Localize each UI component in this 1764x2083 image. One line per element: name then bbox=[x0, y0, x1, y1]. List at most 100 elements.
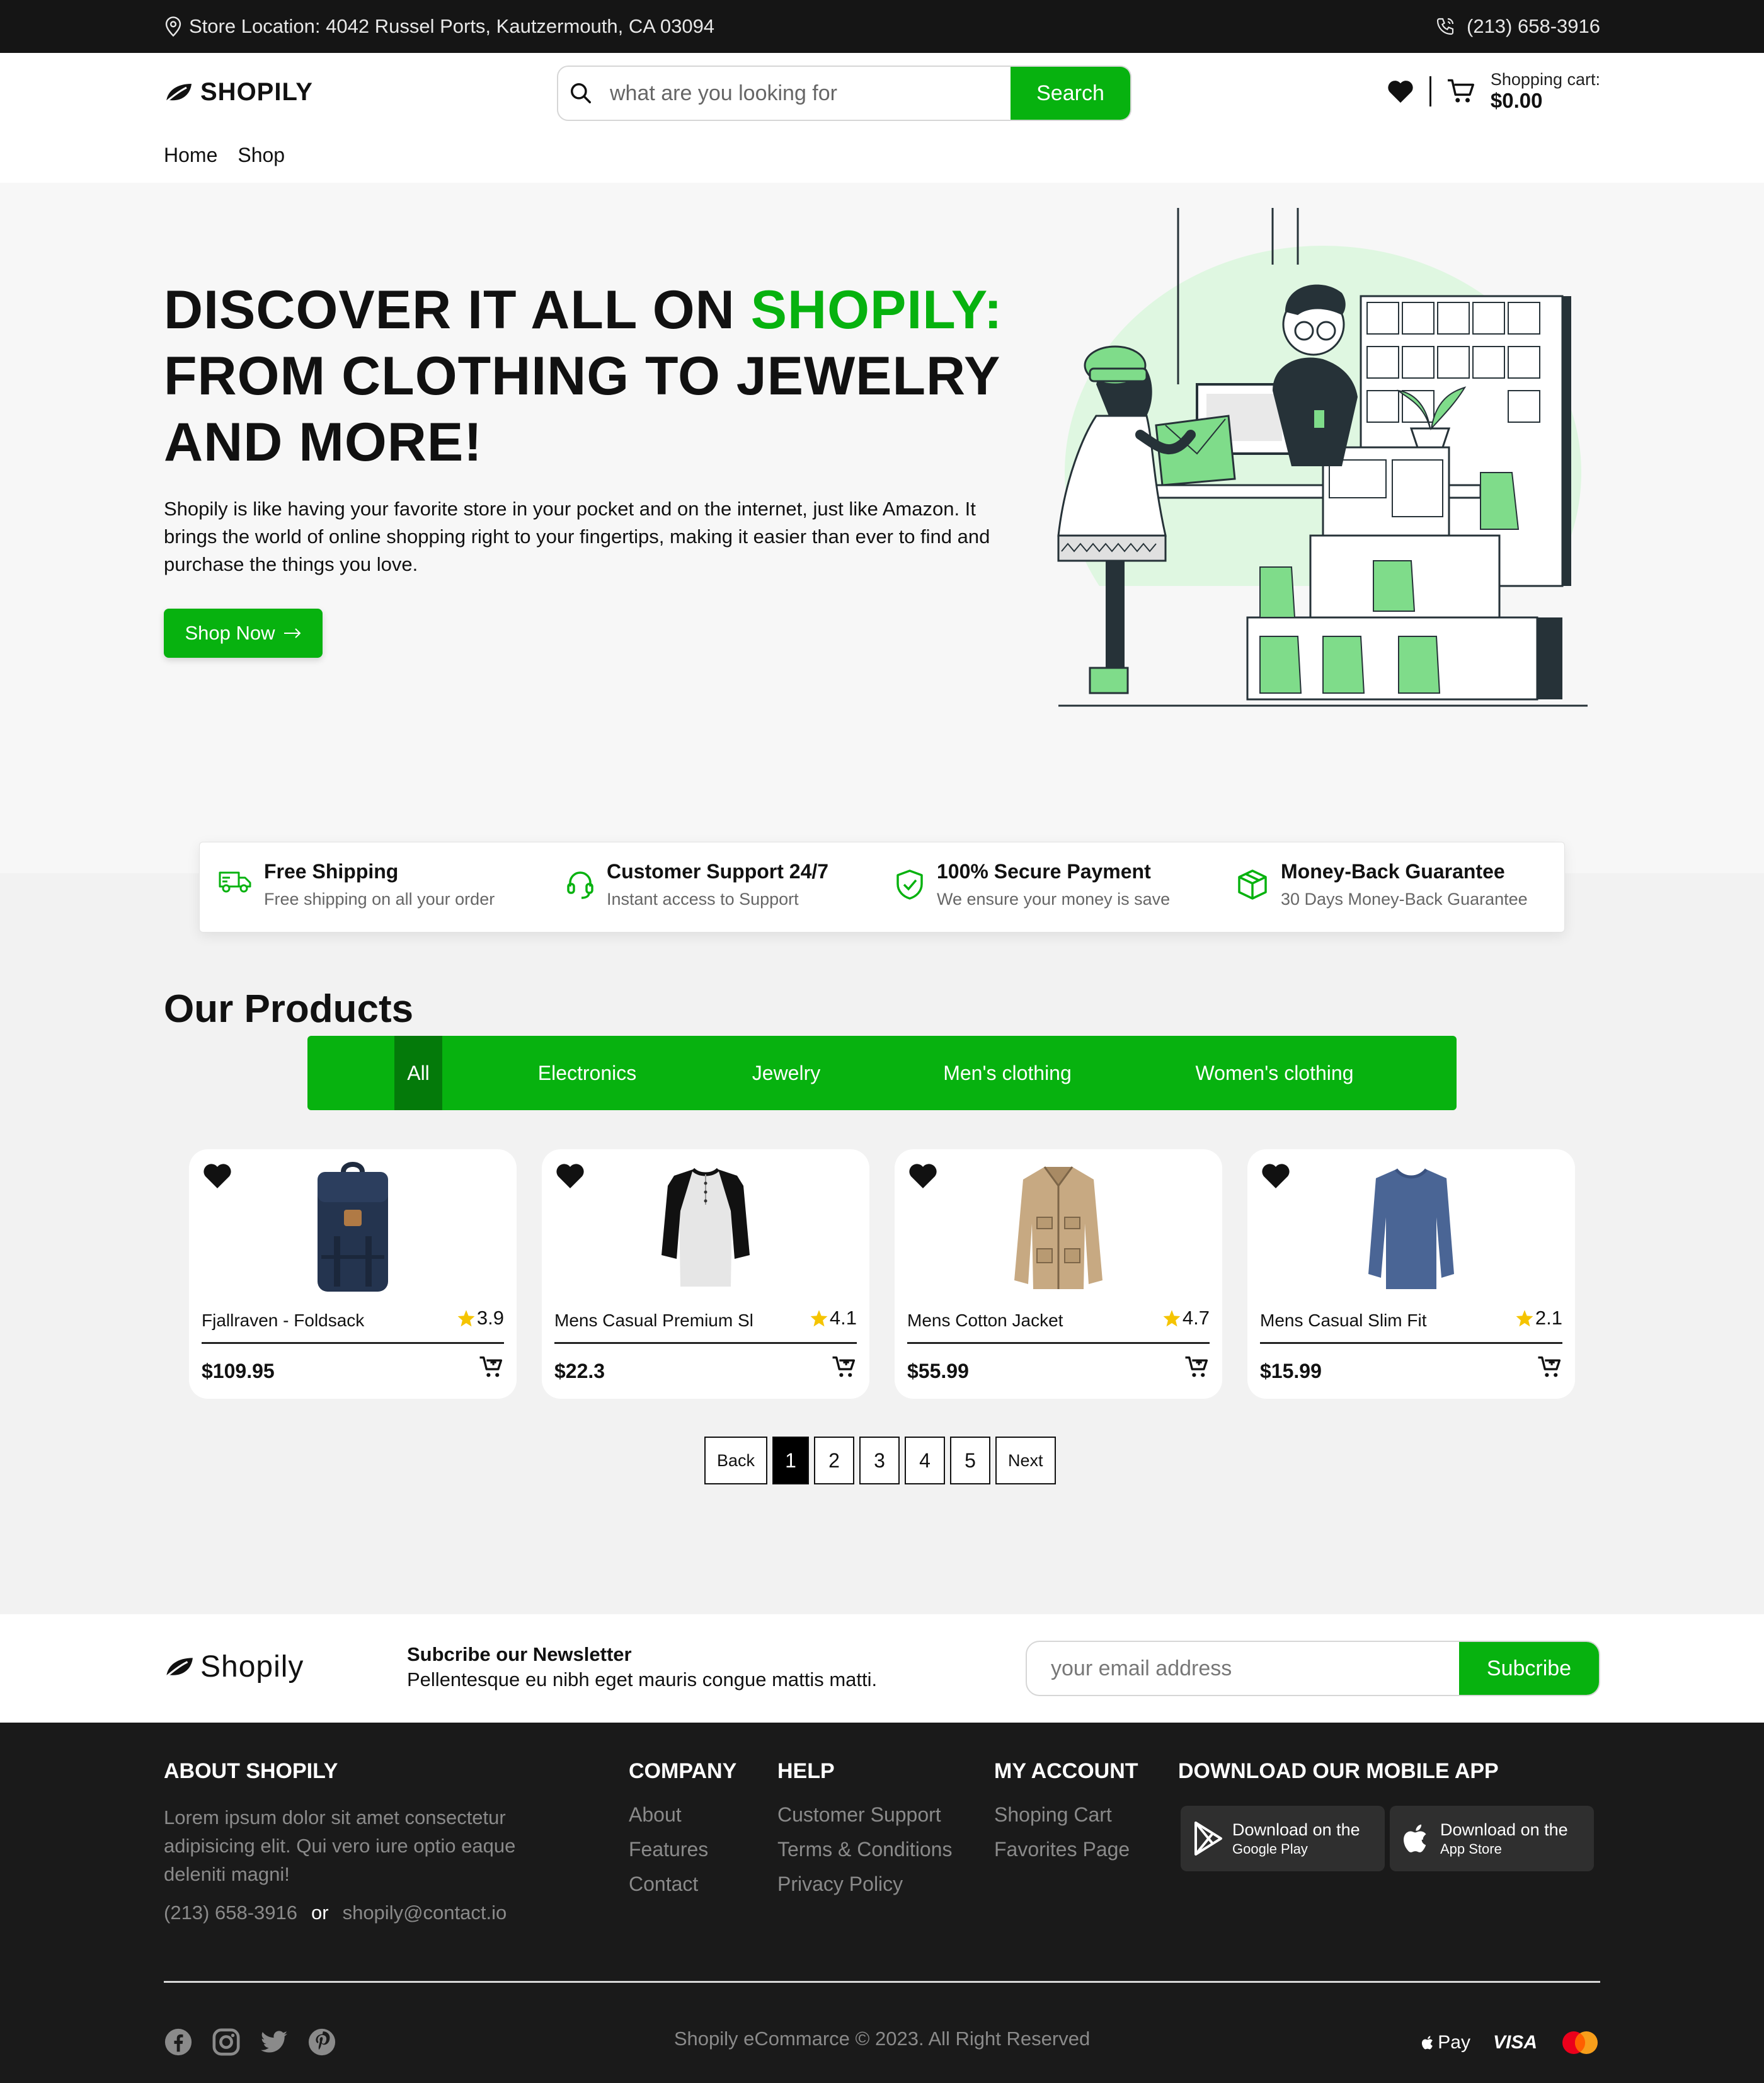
main-nav: Home Shop bbox=[164, 144, 285, 167]
add-to-cart-icon[interactable] bbox=[1184, 1355, 1210, 1380]
page-button[interactable]: 5 bbox=[950, 1437, 991, 1484]
footer-link-contact[interactable]: Contact bbox=[629, 1873, 708, 1896]
product-price: $109.95 bbox=[202, 1360, 275, 1382]
product-image-long-sleeve-shirt[interactable] bbox=[1354, 1161, 1468, 1293]
shield-check-icon bbox=[895, 869, 924, 900]
newsletter-logo[interactable]: Shopily bbox=[164, 1650, 304, 1684]
card-divider bbox=[202, 1342, 504, 1344]
app-store-button[interactable]: Download on the App Store bbox=[1390, 1806, 1594, 1871]
footer-about-heading: ABOUT SHOPILY bbox=[164, 1759, 338, 1783]
add-to-cart-icon[interactable] bbox=[479, 1355, 504, 1380]
heart-icon[interactable] bbox=[907, 1162, 939, 1190]
page-button-current[interactable]: 1 bbox=[772, 1437, 810, 1484]
pagination-next-button[interactable]: Next bbox=[995, 1437, 1056, 1484]
footer-phone[interactable]: (213) 658-3916 bbox=[164, 1902, 297, 1924]
newsletter-email-input[interactable] bbox=[1027, 1642, 1459, 1695]
page-button[interactable]: 3 bbox=[859, 1437, 900, 1484]
tab-all[interactable]: All bbox=[394, 1036, 442, 1110]
app-store-line2: App Store bbox=[1440, 1840, 1502, 1857]
page-button[interactable]: 4 bbox=[905, 1437, 946, 1484]
nav-home[interactable]: Home bbox=[164, 144, 217, 167]
top-bar: Store Location: 4042 Russel Ports, Kautz… bbox=[0, 0, 1764, 53]
tab-electronics[interactable]: Electronics bbox=[524, 1036, 650, 1110]
feature-free-shipping: Free Shipping Free shipping on all your … bbox=[219, 860, 495, 909]
cart-label: Shopping cart: bbox=[1490, 70, 1600, 89]
footer-link-about[interactable]: About bbox=[629, 1803, 708, 1827]
add-to-cart-icon[interactable] bbox=[832, 1355, 857, 1380]
shop-now-button[interactable]: Shop Now bbox=[164, 609, 323, 658]
product-rating: 4.1 bbox=[810, 1307, 857, 1329]
footer-link-features[interactable]: Features bbox=[629, 1838, 708, 1861]
google-play-button[interactable]: Download on the Google Play bbox=[1181, 1806, 1385, 1871]
feature-customer-support: Customer Support 24/7 Instant access to … bbox=[566, 860, 828, 909]
feature-subtitle: Free shipping on all your order bbox=[264, 890, 495, 909]
tab-mens-clothing[interactable]: Men's clothing bbox=[929, 1036, 1086, 1110]
footer-link-privacy[interactable]: Privacy Policy bbox=[777, 1873, 952, 1896]
pagination: Back 1 2 3 4 5 Next bbox=[704, 1437, 1056, 1484]
product-image-backpack[interactable] bbox=[296, 1161, 410, 1293]
product-image-raglan-shirt[interactable] bbox=[649, 1161, 762, 1293]
footer-link-shopping-cart[interactable]: Shoping Cart bbox=[994, 1803, 1130, 1827]
footer-link-favorites[interactable]: Favorites Page bbox=[994, 1838, 1130, 1861]
product-name: Fjallraven - Foldsack bbox=[202, 1311, 365, 1330]
product-image-jacket[interactable] bbox=[1002, 1161, 1115, 1293]
header-actions: Shopping cart: $0.00 bbox=[1387, 70, 1600, 112]
footer-company-links: About Features Contact bbox=[629, 1803, 708, 1896]
truck-icon bbox=[219, 869, 251, 894]
leaf-logo-icon bbox=[164, 1655, 194, 1679]
footer-link-terms[interactable]: Terms & Conditions bbox=[777, 1838, 952, 1861]
app-store-line1: Download on the bbox=[1440, 1820, 1568, 1839]
page-button[interactable]: 2 bbox=[814, 1437, 855, 1484]
facebook-icon[interactable] bbox=[164, 2028, 193, 2057]
product-card[interactable]: Mens Casual Slim Fit 2.1 $15.99 bbox=[1247, 1149, 1575, 1399]
footer-help-links: Customer Support Terms & Conditions Priv… bbox=[777, 1803, 952, 1896]
card-divider bbox=[907, 1342, 1210, 1344]
instagram-icon[interactable] bbox=[212, 2028, 241, 2057]
heart-icon[interactable] bbox=[1260, 1162, 1292, 1190]
hero-illustration bbox=[1046, 208, 1600, 712]
shop-now-label: Shop Now bbox=[185, 622, 275, 644]
site-logo[interactable]: SHOPILY bbox=[164, 78, 313, 106]
box-icon bbox=[1237, 869, 1268, 900]
product-card[interactable]: Fjallraven - Foldsack 3.9 $109.95 bbox=[189, 1149, 517, 1399]
footer-account-heading: MY ACCOUNT bbox=[994, 1759, 1138, 1783]
category-tabs: All Electronics Jewelry Men's clothing W… bbox=[307, 1036, 1457, 1110]
tab-jewelry[interactable]: Jewelry bbox=[736, 1036, 837, 1110]
product-card[interactable]: Mens Casual Premium Sl 4.1 $22.3 bbox=[542, 1149, 869, 1399]
products-title: Our Products bbox=[164, 987, 414, 1031]
search-input[interactable] bbox=[604, 81, 1011, 106]
mastercard-icon bbox=[1560, 2030, 1600, 2055]
heart-icon[interactable] bbox=[554, 1162, 586, 1190]
product-name: Mens Casual Premium Sl bbox=[554, 1311, 753, 1330]
star-icon bbox=[457, 1309, 476, 1327]
product-card[interactable]: Mens Cotton Jacket 4.7 $55.99 bbox=[895, 1149, 1222, 1399]
footer-email[interactable]: shopily@contact.io bbox=[343, 1902, 507, 1924]
footer-link-customer-support[interactable]: Customer Support bbox=[777, 1803, 952, 1827]
nav-shop[interactable]: Shop bbox=[238, 144, 285, 167]
shopping-cart-icon[interactable] bbox=[1446, 78, 1475, 105]
apple-icon bbox=[1402, 1822, 1431, 1856]
product-name: Mens Casual Slim Fit bbox=[1260, 1311, 1427, 1330]
newsletter-text: Subcribe our Newsletter Pellentesque eu … bbox=[407, 1643, 877, 1691]
heart-icon[interactable] bbox=[202, 1162, 233, 1190]
tab-womens-clothing[interactable]: Women's clothing bbox=[1183, 1036, 1366, 1110]
footer-account-links: Shoping Cart Favorites Page bbox=[994, 1803, 1130, 1861]
star-icon bbox=[810, 1309, 828, 1327]
social-links bbox=[164, 2028, 336, 2057]
subscribe-button[interactable]: Subcribe bbox=[1459, 1642, 1599, 1695]
store-phone[interactable]: (213) 658-3916 bbox=[1435, 0, 1600, 53]
add-to-cart-icon[interactable] bbox=[1537, 1355, 1562, 1380]
hero-description: Shopily is like having your favorite sto… bbox=[164, 498, 990, 575]
search-icon bbox=[558, 67, 604, 120]
pagination-back-button[interactable]: Back bbox=[704, 1437, 768, 1484]
star-icon bbox=[1515, 1309, 1534, 1327]
product-price: $55.99 bbox=[907, 1360, 969, 1382]
twitter-icon[interactable] bbox=[260, 2028, 289, 2057]
favorites-heart-icon[interactable] bbox=[1387, 79, 1414, 104]
newsletter-logo-text: Shopily bbox=[200, 1650, 304, 1684]
star-icon bbox=[1162, 1309, 1181, 1327]
payment-methods: Pay VISA bbox=[1421, 2030, 1600, 2055]
search-button[interactable]: Search bbox=[1011, 67, 1130, 120]
pinterest-icon[interactable] bbox=[307, 2028, 336, 2057]
cart-summary[interactable]: Shopping cart: $0.00 bbox=[1490, 70, 1600, 112]
